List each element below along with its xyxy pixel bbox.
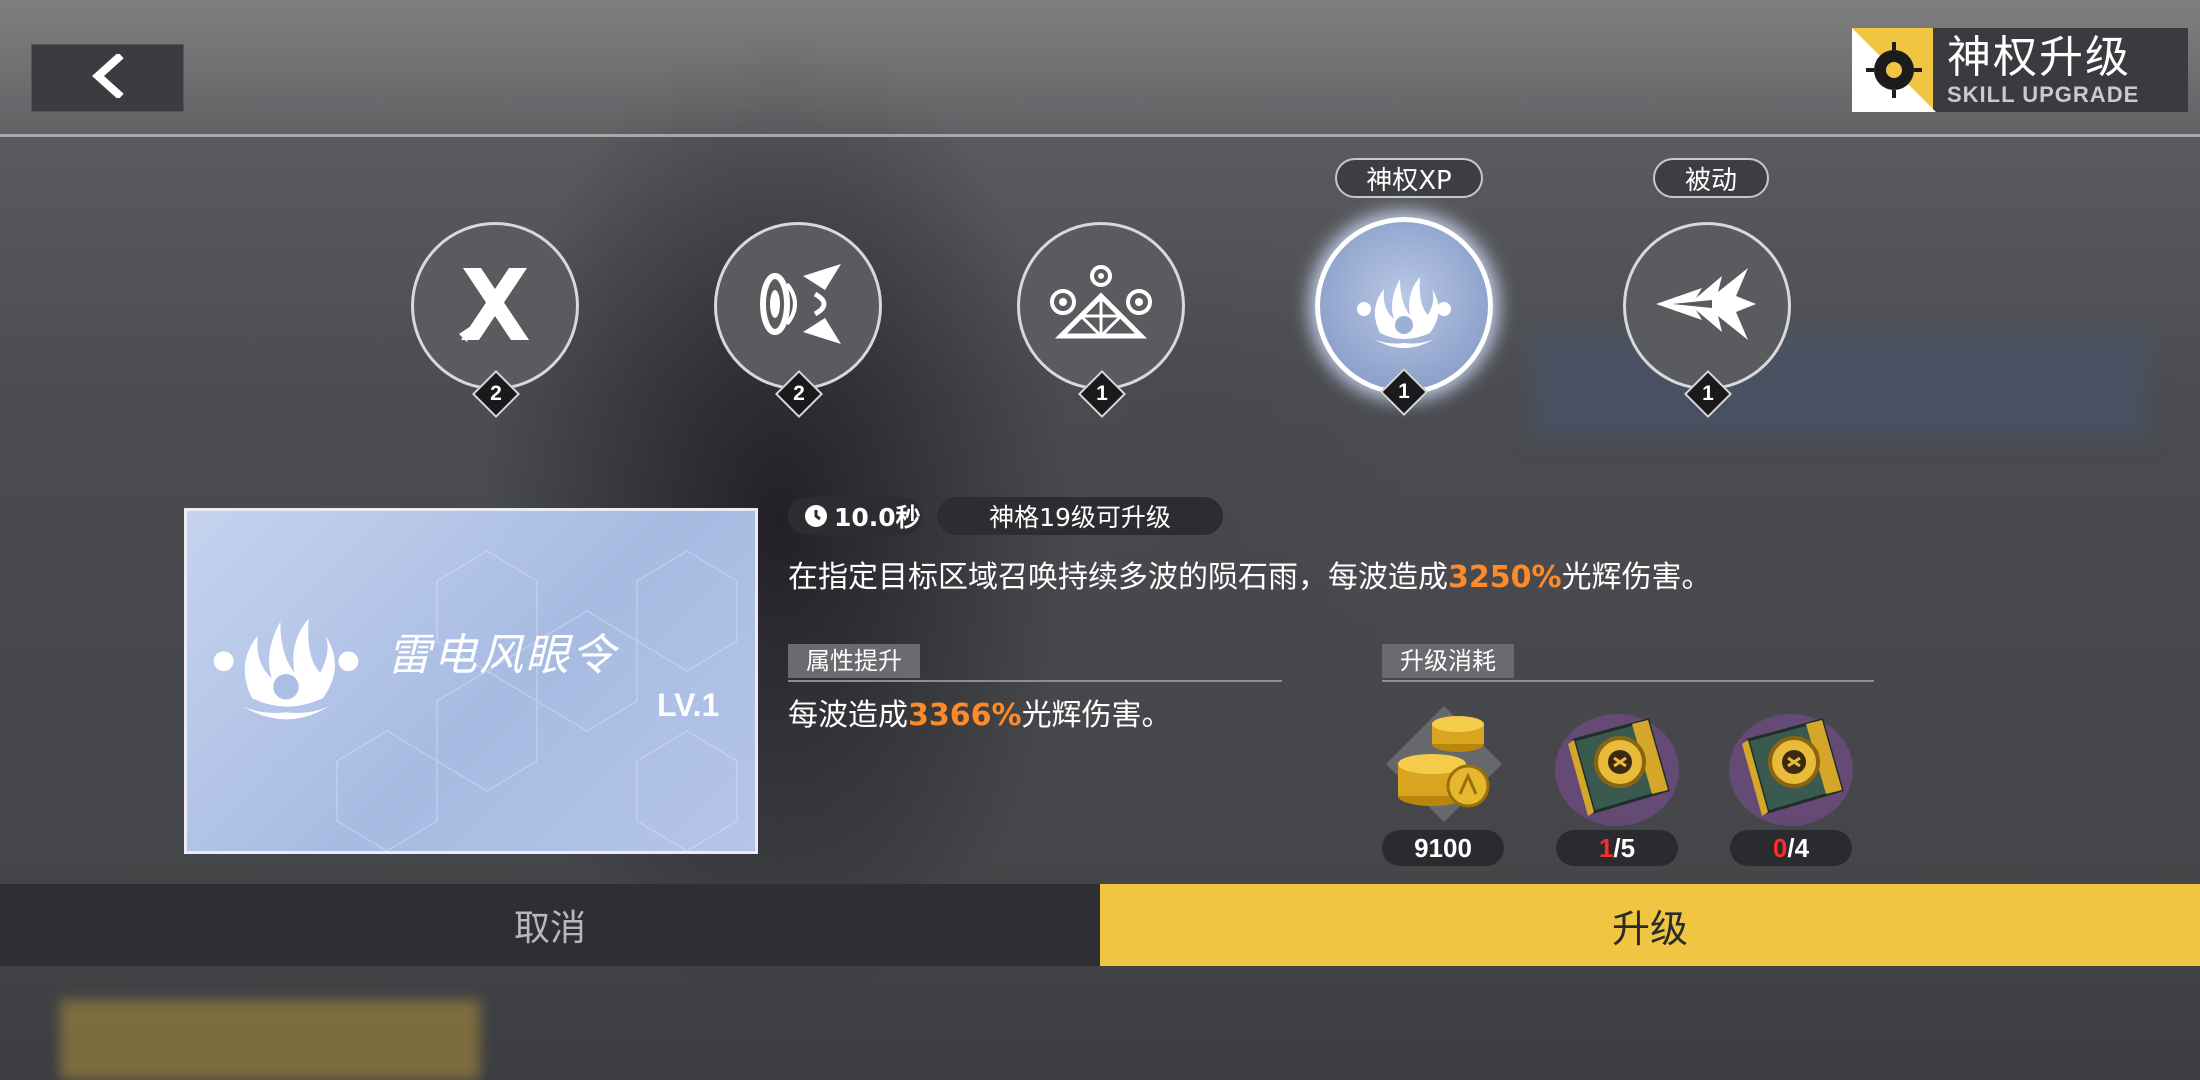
skill-level: LV.1 — [657, 687, 720, 723]
crystal-summon-icon — [1041, 254, 1161, 358]
cooldown-pill: 10.0秒 — [788, 497, 922, 535]
damage-value: 3250% — [1448, 560, 1562, 595]
background-blur-accent — [60, 1000, 480, 1080]
attribute-heading: 属性提升 — [788, 644, 920, 678]
gold-amount: 9100 — [1382, 830, 1504, 866]
attribute-header: 属性提升 — [788, 644, 1282, 682]
page-title: 神权升级 — [1946, 32, 2131, 83]
skill-name: 雷电风眼令 — [387, 630, 617, 681]
gold-coins-icon — [1384, 704, 1504, 828]
cross-blades-icon — [445, 254, 545, 358]
meteor-flame-icon — [201, 577, 371, 741]
vortex-icon — [743, 254, 853, 358]
header-divider — [0, 134, 2200, 137]
cancel-button[interactable]: 取消 — [0, 884, 1100, 966]
cooldown-value: 10.0秒 — [834, 503, 921, 532]
skill-slot-5[interactable] — [1623, 222, 1791, 390]
attribute-description: 每波造成3366%光辉伤害。 — [788, 698, 1172, 733]
chevron-left-icon — [90, 52, 126, 102]
clock-icon — [804, 504, 828, 528]
background-blur-panel — [1530, 330, 2150, 440]
cost-item-book-2[interactable]: 0/4 — [1726, 700, 1856, 870]
skill-description: 在指定目标区域召唤持续多波的陨石雨，每波造成3250%光辉伤害。 — [788, 560, 1712, 595]
skill-slot-1[interactable] — [411, 222, 579, 390]
page-title-badge: 神权升级 SKILL UPGRADE — [1852, 28, 2188, 114]
cost-item-gold[interactable]: 9100 — [1378, 700, 1508, 870]
back-button[interactable] — [31, 44, 184, 112]
book-2-count: 0/4 — [1730, 830, 1852, 866]
skill-tag-passive: 被动 — [1653, 158, 1769, 198]
skill-slot-2[interactable] — [714, 222, 882, 390]
skill-card: 雷电风眼令 LV.1 — [184, 508, 758, 854]
requirement-pill: 神格19级可升级 — [937, 497, 1223, 535]
skill-book-icon — [1552, 700, 1682, 834]
skill-book-icon — [1726, 700, 1856, 834]
skill-tag-xp: 神权XP — [1335, 158, 1483, 198]
meteor-flame-icon — [1344, 249, 1464, 363]
cost-item-book-1[interactable]: 1/5 — [1552, 700, 1682, 870]
cost-heading: 升级消耗 — [1382, 644, 1514, 678]
cost-header: 升级消耗 — [1382, 644, 1874, 682]
burst-arrow-icon — [1652, 254, 1762, 358]
page-subtitle: SKILL UPGRADE — [1946, 82, 2140, 107]
book-1-count: 1/5 — [1556, 830, 1678, 866]
attribute-value: 3366% — [908, 698, 1022, 733]
divine-power-logo-icon — [1852, 28, 1936, 112]
upgrade-button[interactable]: 升级 — [1100, 884, 2200, 966]
skill-slot-3[interactable] — [1017, 222, 1185, 390]
